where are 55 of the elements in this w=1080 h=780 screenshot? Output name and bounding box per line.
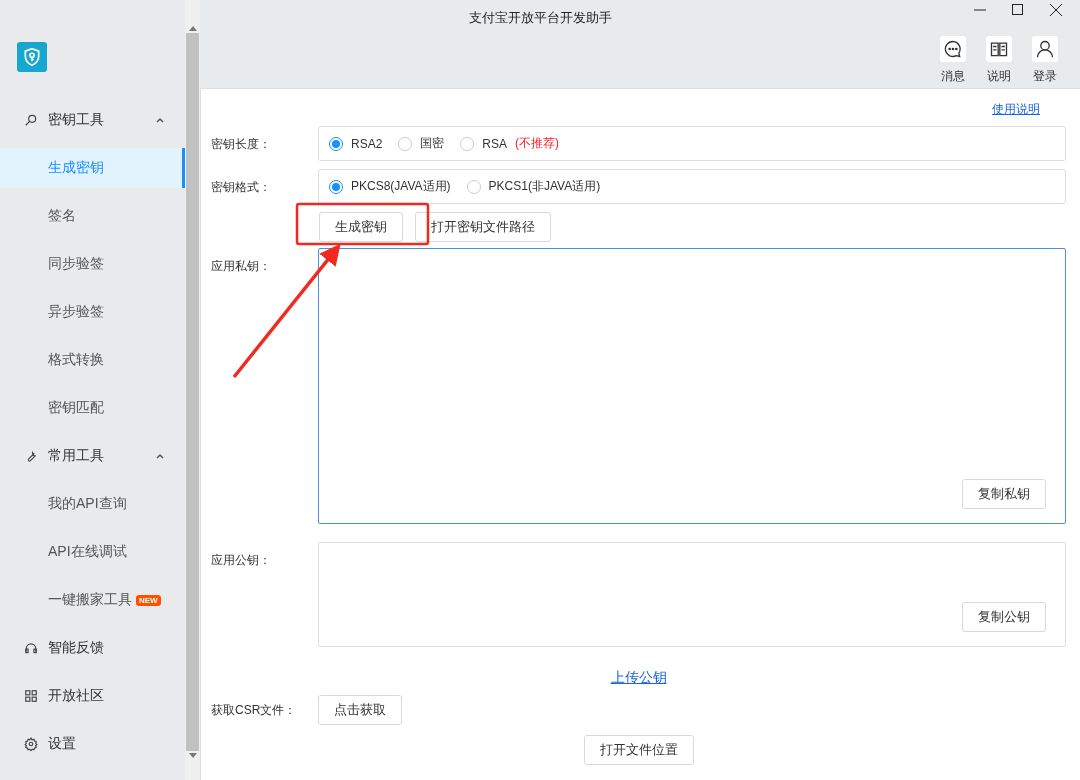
maximize-icon[interactable] [1012, 4, 1024, 16]
upload-link[interactable]: 上传公钥 [610, 669, 667, 687]
action-button[interactable]: 生成密钥 [319, 212, 403, 242]
chat-bubble-icon [943, 39, 963, 59]
scrollbar[interactable] [185, 0, 200, 780]
radio-label[interactable]: PKCS1(非JAVA适用) [488, 178, 601, 195]
warning-note: (不推荐) [515, 135, 560, 152]
scroll-up-icon[interactable] [188, 26, 197, 31]
copy-button[interactable]: 复制私钥 [962, 479, 1046, 509]
nav-item-label: 一键搬家工具 [48, 591, 132, 609]
action-button[interactable]: 打开密钥文件路径 [415, 212, 551, 242]
radio-label[interactable]: RSA2 [351, 136, 383, 151]
nav-link[interactable]: 智能反馈 [0, 624, 185, 672]
field-label: 获取CSR文件： [211, 702, 298, 719]
user-icon [1035, 39, 1055, 59]
new-badge: NEW [136, 594, 161, 606]
nav-group-header[interactable]: 密钥工具 [0, 96, 185, 144]
settings-icon [24, 737, 38, 751]
scroll-down-icon[interactable] [188, 753, 197, 758]
nav-item[interactable]: 一键搬家工具 NEW [0, 580, 185, 620]
nav-group-header[interactable]: 常用工具 [0, 432, 185, 480]
close-icon[interactable] [1050, 4, 1062, 16]
grid-icon [24, 689, 38, 703]
nav-item[interactable]: 密钥匹配 [0, 388, 185, 428]
open-location-button[interactable]: 打开文件位置 [583, 735, 694, 765]
field-label: 密钥长度： [211, 136, 272, 153]
radio-label[interactable]: 国密 [420, 135, 445, 152]
radio-label[interactable]: RSA [482, 136, 508, 151]
fetch-button[interactable]: 点击获取 [318, 695, 402, 725]
nav-item[interactable]: 我的API查询 [0, 484, 185, 524]
chevron-up-icon [155, 115, 165, 125]
nav-item[interactable]: 格式转换 [0, 340, 185, 380]
scrollbar-thumb[interactable] [186, 33, 199, 751]
field-label: 应用私钥： [211, 258, 272, 275]
headphones-icon [24, 641, 38, 655]
help-link[interactable]: 使用说明 [992, 101, 1040, 118]
nav-item[interactable]: API在线调试 [0, 532, 185, 572]
nav-link-label: 开放社区 [48, 687, 104, 705]
nav-link[interactable]: 开放社区 [0, 672, 185, 720]
field-label: 密钥格式： [211, 179, 272, 196]
field-label: 应用公钥： [211, 552, 272, 569]
private-key-textarea[interactable]: 复制私钥 [318, 248, 1066, 524]
copy-button[interactable]: 复制公钥 [962, 602, 1046, 632]
nav-link-label: 智能反馈 [48, 639, 104, 657]
window-title: 支付宝开放平台开发助手 [468, 9, 612, 27]
chevron-up-icon [155, 451, 165, 461]
public-key-textarea[interactable]: 复制公钥 [318, 542, 1066, 647]
nav-item[interactable]: 同步验签 [0, 244, 185, 284]
radio-label[interactable]: PKCS8(JAVA适用) [351, 178, 451, 195]
nav-link-label: 设置 [48, 735, 76, 753]
nav-item[interactable]: 异步验签 [0, 292, 185, 332]
shield-key-logo [17, 42, 47, 72]
nav-link[interactable]: 设置 [0, 720, 185, 768]
nav-item[interactable]: 签名 [0, 196, 185, 236]
search-icon [24, 113, 38, 127]
